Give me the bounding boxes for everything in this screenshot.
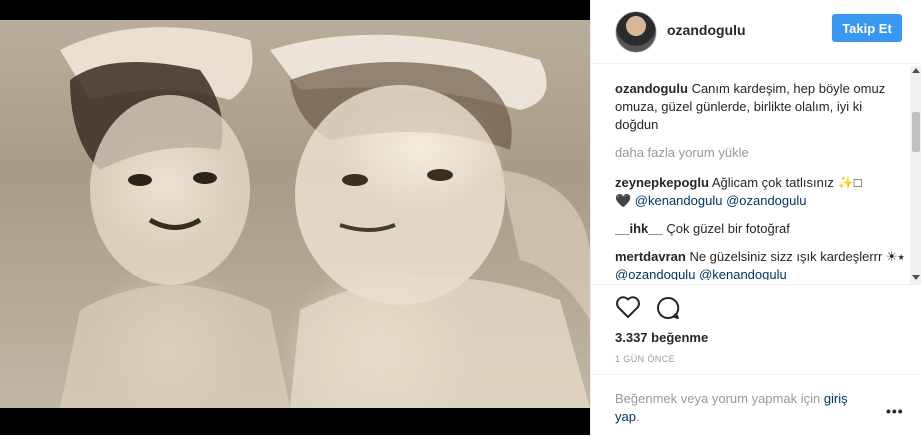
comment-item: zeynepkepoglu Ağlicam çok tatlısınız ✨□ … [615,174,905,210]
post-sidebar: ozandogulu Takip Et ozandogulu Canım kar… [590,0,921,435]
login-prompt-text: Beğenmek veya yorum yapmak için [615,391,824,406]
caption-username[interactable]: ozandogulu [615,81,688,96]
avatar[interactable] [615,11,657,53]
heart-icon[interactable] [615,295,641,319]
comment-text: Ağlicam çok tatlısınız ✨□ [711,175,862,190]
post-timestamp: 1 GÜN ÖNCE [615,354,676,364]
post-footer: Beğenmek veya yorum yapmak için giriş ya… [591,374,921,436]
likes-count[interactable]: 3.337 beğenme [615,330,708,345]
login-prompt-end: . [635,409,640,424]
comments-list: ozandogulu Canım kardeşim, hep böyle omu… [615,80,905,280]
comment-icon[interactable] [655,295,681,321]
scroll-down-arrow-icon[interactable] [912,275,920,280]
comment-mention[interactable]: @kenandogulu [699,267,787,280]
comment-username[interactable]: mertdavran [615,249,686,264]
username-link[interactable]: ozandogulu [667,22,746,38]
post-header: ozandogulu Takip Et [591,0,921,64]
scroll-up-arrow-icon[interactable] [912,68,920,73]
comment-mentions[interactable]: 🖤 @kenandogulu @ozandogulu [615,193,807,208]
comment-username[interactable]: zeynepkepoglu [615,175,709,190]
photo-illustration [60,27,590,408]
scroll-thumb[interactable] [912,112,920,152]
caption: ozandogulu Canım kardeşim, hep böyle omu… [615,80,905,134]
comments-scrollbar[interactable] [910,66,921,284]
more-options-icon[interactable]: ••• [886,403,904,419]
login-prompt: Beğenmek veya yorum yapmak için giriş ya… [615,390,875,426]
comment-text: Ne güzelsiniz sizz ışık kardeşlerrr ☀⭑ [689,249,905,264]
photo-panel [0,0,590,435]
comment-text: Çok güzel bir fotoğraf [666,221,790,236]
comment-item: mertdavran Ne güzelsiniz sizz ışık karde… [615,248,905,280]
comment-mention[interactable]: @ozandogulu [615,267,695,280]
comment-username[interactable]: __ihk__ [615,221,663,236]
follow-button[interactable]: Takip Et [832,14,902,42]
post-photo[interactable] [0,20,590,408]
load-more-comments[interactable]: daha fazla yorum yükle [615,144,905,162]
comment-item: __ihk__ Çok güzel bir fotoğraf [615,220,905,238]
